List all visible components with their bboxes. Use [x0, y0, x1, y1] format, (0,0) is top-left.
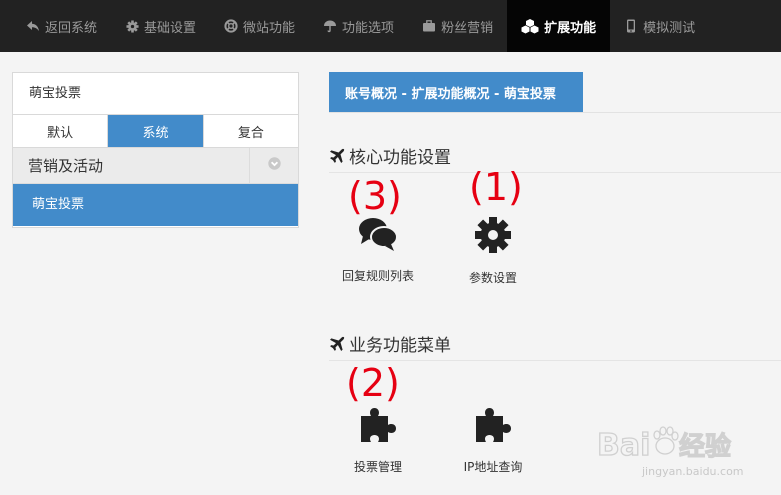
- nav-label: 微站功能: [243, 20, 296, 36]
- section-core-title: 核心功能设置: [329, 143, 451, 168]
- sidebar-panel: 萌宝投票 默认 系统 复合 营销及活动 萌宝投票: [12, 72, 299, 228]
- tab-system[interactable]: 系统: [108, 115, 204, 147]
- tab-composite[interactable]: 复合: [204, 115, 298, 147]
- nav-label: 返回系统: [45, 20, 98, 36]
- plane-icon: [329, 148, 345, 164]
- puzzle-icon: [328, 402, 428, 448]
- svg-text:Bai: Bai: [597, 428, 650, 463]
- comments-icon: [328, 215, 428, 257]
- nav-microsite[interactable]: 微站功能: [210, 0, 309, 52]
- umbrella-icon: [323, 19, 337, 33]
- plane-icon: [329, 336, 345, 352]
- function-label: 投票管理: [353, 460, 402, 474]
- section-title-text: 核心功能设置: [349, 148, 451, 168]
- sidebar-group-label: 营销及活动: [28, 157, 104, 175]
- nav-label: 功能选项: [342, 20, 395, 36]
- gear-icon: [125, 19, 139, 33]
- parameter-settings-button[interactable]: 参数设置: [443, 215, 543, 286]
- mobile-icon: [624, 19, 638, 33]
- sidebar-item-cute-baby-vote[interactable]: 萌宝投票: [13, 184, 298, 226]
- group-toggle-button[interactable]: [249, 147, 298, 184]
- ip-address-lookup-button[interactable]: IP地址查询: [443, 402, 543, 475]
- puzzle-icon: [443, 402, 543, 448]
- annotation-2: (2): [346, 361, 400, 405]
- tab-default[interactable]: 默认: [13, 115, 109, 147]
- nav-label: 模拟测试: [643, 20, 696, 36]
- sidebar-tabs: 默认 系统 复合: [13, 115, 298, 148]
- top-navbar: 返回系统 基础设置 微站功能 功能选项 粉丝营销 扩展功能 模拟测试: [0, 0, 781, 52]
- nav-extended-functions[interactable]: 扩展功能: [507, 0, 611, 52]
- breadcrumb-underline: [329, 112, 781, 113]
- breadcrumb: 账号概况 - 扩展功能概况 - 萌宝投票: [329, 72, 583, 112]
- svg-text:经验: 经验: [679, 431, 731, 462]
- function-label: 回复规则列表: [341, 269, 414, 283]
- section-title-text: 业务功能菜单: [349, 336, 451, 356]
- vote-management-button[interactable]: 投票管理: [328, 402, 428, 475]
- nav-fan-marketing[interactable]: 粉丝营销: [408, 0, 507, 52]
- briefcase-icon: [422, 19, 436, 33]
- nav-back-system[interactable]: 返回系统: [0, 0, 111, 52]
- annotation-1: (1): [469, 165, 523, 209]
- nav-label: 扩展功能: [544, 20, 597, 36]
- nav-label: 粉丝营销: [441, 20, 494, 36]
- nav-function-options[interactable]: 功能选项: [309, 0, 408, 52]
- reply-icon: [26, 19, 40, 33]
- function-label: 参数设置: [468, 271, 517, 285]
- baidu-jingyan-watermark: Bai 经验 jingyan.baidu.com: [596, 421, 744, 483]
- nav-label: 基础设置: [144, 20, 197, 36]
- reply-rules-list-button[interactable]: 回复规则列表: [328, 215, 428, 284]
- chevron-down-icon: [267, 157, 281, 174]
- nav-basic-settings[interactable]: 基础设置: [111, 0, 210, 52]
- function-label: IP地址查询: [463, 460, 523, 474]
- section-business-title: 业务功能菜单: [329, 331, 451, 356]
- sidebar-group-marketing[interactable]: 营销及活动: [13, 147, 298, 184]
- gear-icon: [443, 215, 543, 259]
- annotation-3: (3): [348, 174, 402, 218]
- nav-simulation-test[interactable]: 模拟测试: [610, 0, 709, 52]
- section-divider: [329, 172, 781, 173]
- baidu-logo-icon: Bai 经验: [596, 426, 732, 464]
- watermark-url: jingyan.baidu.com: [642, 465, 744, 478]
- lifebuoy-icon: [224, 19, 238, 33]
- cubes-icon: [521, 18, 539, 34]
- sidebar-title: 萌宝投票: [13, 73, 298, 115]
